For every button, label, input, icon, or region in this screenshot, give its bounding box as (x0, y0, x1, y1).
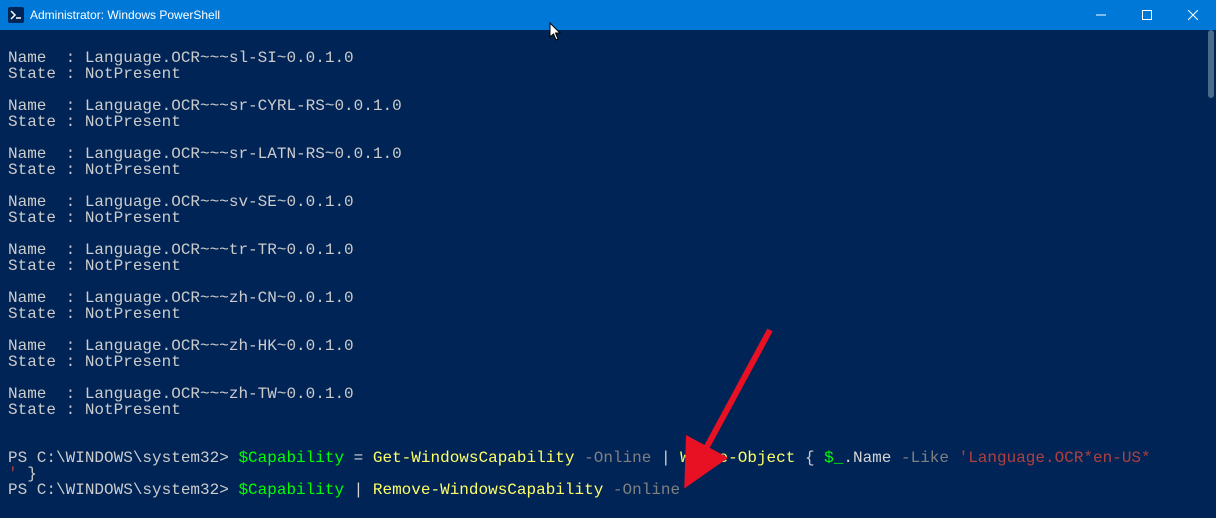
terminal-line: State : NotPresent (8, 354, 1208, 370)
terminal-line: Name : Language.OCR~~~zh-TW~0.0.1.0 (8, 386, 1208, 402)
terminal-line: Name : Language.OCR~~~zh-HK~0.0.1.0 (8, 338, 1208, 354)
scrollbar-thumb[interactable] (1208, 30, 1214, 98)
blank-line (8, 226, 1208, 242)
terminal-line: State : NotPresent (8, 114, 1208, 130)
terminal-line: PS C:\WINDOWS\system32> $Capability | Re… (8, 482, 1208, 498)
terminal-line: Name : Language.OCR~~~sv-SE~0.0.1.0 (8, 194, 1208, 210)
terminal-line: ' } (8, 466, 1208, 482)
window-title: Administrator: Windows PowerShell (30, 8, 220, 22)
powershell-window: Administrator: Windows PowerShell Name :… (0, 0, 1216, 518)
blank-line (8, 34, 1208, 50)
close-button[interactable] (1170, 0, 1216, 30)
blank-line (8, 178, 1208, 194)
blank-line (8, 418, 1208, 434)
terminal-line: State : NotPresent (8, 66, 1208, 82)
terminal-line: State : NotPresent (8, 402, 1208, 418)
blank-line (8, 370, 1208, 386)
terminal-line: State : NotPresent (8, 162, 1208, 178)
terminal-line: Name : Language.OCR~~~sr-CYRL-RS~0.0.1.0 (8, 98, 1208, 114)
minimize-button[interactable] (1078, 0, 1124, 30)
terminal-line: State : NotPresent (8, 258, 1208, 274)
terminal-line: Name : Language.OCR~~~sl-SI~0.0.1.0 (8, 50, 1208, 66)
terminal-line: PS C:\WINDOWS\system32> $Capability = Ge… (8, 450, 1208, 466)
window-controls (1078, 0, 1216, 30)
terminal-line: State : NotPresent (8, 306, 1208, 322)
blank-line (8, 130, 1208, 146)
terminal-line: Name : Language.OCR~~~zh-CN~0.0.1.0 (8, 290, 1208, 306)
titlebar[interactable]: Administrator: Windows PowerShell (0, 0, 1216, 30)
blank-line (8, 274, 1208, 290)
scrollbar-vertical[interactable] (1200, 30, 1216, 518)
terminal-line: Name : Language.OCR~~~sr-LATN-RS~0.0.1.0 (8, 146, 1208, 162)
blank-line (8, 322, 1208, 338)
terminal-output[interactable]: Name : Language.OCR~~~sl-SI~0.0.1.0State… (0, 30, 1216, 518)
titlebar-left: Administrator: Windows PowerShell (0, 7, 220, 23)
powershell-icon (8, 7, 24, 23)
terminal-line: State : NotPresent (8, 210, 1208, 226)
terminal-line: Name : Language.OCR~~~tr-TR~0.0.1.0 (8, 242, 1208, 258)
maximize-button[interactable] (1124, 0, 1170, 30)
blank-line (8, 82, 1208, 98)
blank-line (8, 434, 1208, 450)
